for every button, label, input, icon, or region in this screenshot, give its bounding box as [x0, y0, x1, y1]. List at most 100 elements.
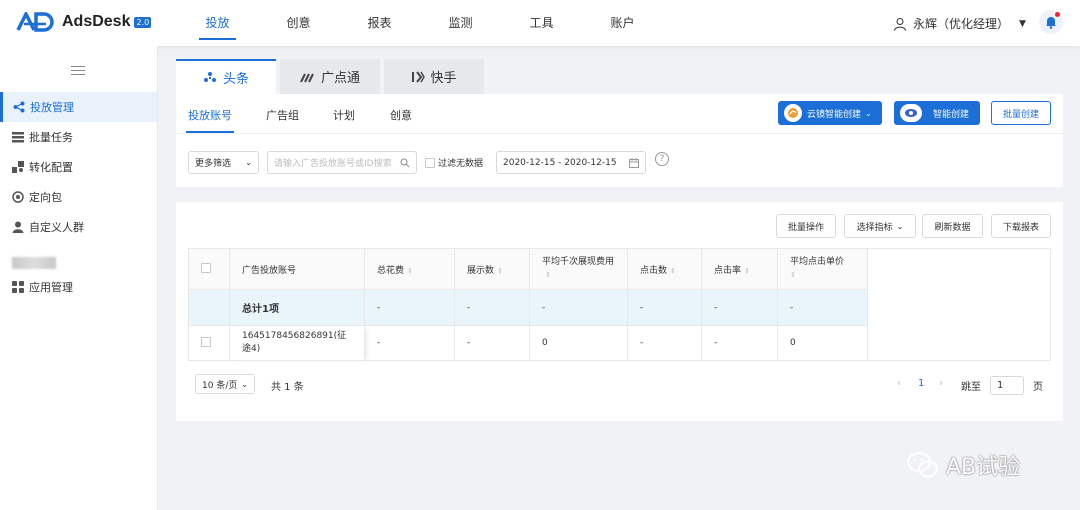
page-number-current[interactable]: 1	[918, 378, 924, 389]
user-menu[interactable]: 永辉（优化经理） ▼	[893, 15, 1026, 32]
select-all-checkbox[interactable]	[201, 262, 211, 273]
table-cell: 0	[777, 325, 868, 361]
account-name-cell[interactable]: 1645178456826891(征途4)	[229, 325, 365, 361]
search-input[interactable]: 请输入广告投放账号或ID搜索	[267, 151, 417, 174]
sort-icon: ⇕	[744, 266, 750, 275]
sidebar-item-label: 定向包	[29, 191, 62, 204]
adsdesk-logo-icon	[16, 12, 54, 32]
app-name: AdsDesk	[62, 13, 131, 30]
watermark-text: AB试验	[946, 455, 1021, 480]
total-label: 总计1项	[229, 289, 365, 326]
platform-tabs: 头条 广点通 快手	[176, 59, 488, 94]
table-cell: -	[454, 289, 530, 326]
sidebar: 投放管理 批量任务 转化配置 定向包 自定义人群 应用管理	[0, 46, 158, 510]
table-row[interactable]: 1645178456826891(征途4) - - 0 - - 0	[188, 325, 1051, 361]
menu-toggle-icon[interactable]	[71, 66, 85, 78]
sidebar-item-conversion-config[interactable]: 转化配置	[0, 152, 157, 182]
table-cell: -	[627, 325, 702, 361]
chevron-down-icon: ▼	[1019, 18, 1026, 29]
table-cell: -	[364, 289, 455, 326]
user-name: 永辉（优化经理）	[913, 17, 1010, 31]
filter-no-data-checkbox[interactable]: 过滤无数据	[425, 156, 483, 169]
subtab-plan[interactable]: 计划	[333, 107, 355, 123]
nav-item-delivery[interactable]: 投放	[177, 0, 258, 46]
sidebar-item-delivery-manage[interactable]: 投放管理	[0, 92, 157, 122]
accounts-table: 广告投放账号 总花费 ⇕ 展示数 ⇕ 平均千次展现费用⇕ 点击数 ⇕ 点击率 ⇕ 平均点…	[188, 248, 1051, 361]
convert-icon	[12, 161, 24, 173]
app-version-badge: 2.0	[134, 16, 152, 28]
pagination: 10 条/页 ⌄ 共 1 条 ‹ 1 › 跳至 1 页	[176, 373, 1063, 397]
checkbox[interactable]	[425, 157, 435, 168]
level-tabs: 投放账号 广告组 计划 创意 云镜智能创建 ⌄ 智能创建 批量创建	[176, 94, 1063, 134]
help-icon[interactable]: ?	[655, 152, 669, 166]
download-report-button[interactable]: 下载报表	[991, 214, 1051, 238]
sidebar-item-app-manage[interactable]: 应用管理	[0, 272, 157, 302]
nav-item-tools[interactable]: 工具	[501, 0, 582, 46]
sidebar-item-label: 自定义人群	[29, 221, 84, 234]
watermark: AB试验	[906, 449, 1020, 481]
tab-toutiao[interactable]: 头条	[176, 59, 276, 94]
subtab-creative[interactable]: 创意	[390, 107, 412, 123]
batch-operations-button[interactable]: 批量操作	[776, 214, 836, 238]
notification-button[interactable]	[1039, 10, 1063, 34]
search-icon[interactable]	[400, 158, 410, 168]
tab-label: 快手	[430, 71, 457, 86]
select-all-cell	[188, 248, 230, 290]
column-header-sortable[interactable]: 平均点击单价 ⇕	[777, 248, 868, 290]
refresh-data-button[interactable]: 刷新数据	[922, 214, 983, 238]
row-checkbox[interactable]	[201, 336, 211, 347]
wechat-icon	[907, 452, 938, 478]
smart-create-button[interactable]: 智能创建	[894, 101, 980, 125]
sidebar-item-batch-tasks[interactable]: 批量任务	[0, 122, 157, 152]
subtab-ad-group[interactable]: 广告组	[266, 107, 299, 123]
nav-item-report[interactable]: 报表	[339, 0, 420, 46]
kuaishou-icon	[412, 70, 426, 83]
yunjing-logo-icon	[784, 104, 802, 122]
dropdown-label: 更多筛选	[195, 159, 232, 169]
yunjing-smart-create-button[interactable]: 云镜智能创建 ⌄	[778, 101, 882, 125]
column-header-sortable[interactable]: 平均千次展现费用 ⇕	[529, 248, 628, 290]
data-panel: 批量操作 选择指标 ⌄ 刷新数据 下载报表 广告投放账号 总花费 ⇕ 展示数 ⇕ 平…	[176, 202, 1063, 421]
column-header-sortable[interactable]: 点击率 ⇕	[701, 248, 778, 290]
tab-guangdiantong[interactable]: 广点通	[280, 59, 380, 94]
tab-kuaishou[interactable]: 快手	[384, 59, 484, 94]
column-header-sortable[interactable]: 总花费 ⇕	[364, 248, 455, 290]
nav-item-account[interactable]: 账户	[582, 0, 663, 46]
prev-page-icon[interactable]: ‹	[897, 378, 901, 389]
page-unit-label: 页	[1033, 382, 1043, 393]
person-icon	[12, 221, 24, 233]
column-header-label: 点击率	[714, 265, 742, 276]
checkbox-label: 过滤无数据	[438, 159, 484, 169]
choose-metrics-button[interactable]: 选择指标 ⌄	[844, 214, 916, 238]
page-size-select[interactable]: 10 条/页 ⌄	[195, 374, 255, 394]
sort-icon: ⇕	[545, 271, 551, 279]
user-icon	[894, 17, 906, 31]
batch-create-button[interactable]: 批量创建	[991, 101, 1051, 125]
column-header-label: 展示数	[467, 265, 495, 276]
app-logo[interactable]: AdsDesk 2.0	[16, 12, 152, 32]
column-header-sortable[interactable]: 展示数 ⇕	[454, 248, 530, 290]
button-label: 云镜智能创建	[807, 109, 862, 120]
tab-label: 头条	[222, 72, 249, 87]
goto-page-input[interactable]: 1	[990, 376, 1024, 395]
top-bar: AdsDesk 2.0 投放 创意 报表 监测 工具 账户 永辉（优化经理） ▼	[0, 0, 1080, 46]
goto-label: 跳至	[961, 382, 981, 393]
nav-item-creative[interactable]: 创意	[258, 0, 339, 46]
column-header-sortable[interactable]: 点击数 ⇕	[627, 248, 702, 290]
table-cell: -	[364, 325, 455, 361]
total-count: 共 1 条	[271, 382, 304, 393]
column-header-label: 总花费	[377, 265, 405, 276]
table-filler	[867, 248, 1051, 290]
table-cell	[188, 289, 230, 326]
nav-item-monitor[interactable]: 监测	[420, 0, 501, 46]
date-range-picker[interactable]: 2020-12-15 - 2020-12-15	[496, 151, 646, 174]
table-cell: -	[777, 289, 868, 326]
column-header-label: 平均点击单价	[790, 257, 845, 267]
more-filters-dropdown[interactable]: 更多筛选 ⌄	[188, 151, 259, 174]
sidebar-item-targeting-pack[interactable]: 定向包	[0, 182, 157, 212]
table-header-row: 广告投放账号 总花费 ⇕ 展示数 ⇕ 平均千次展现费用⇕ 点击数 ⇕ 点击率 ⇕ 平均点…	[188, 248, 1051, 290]
sidebar-item-custom-audience[interactable]: 自定义人群	[0, 212, 157, 242]
chevron-down-icon: ⌄	[865, 108, 872, 118]
subtab-account[interactable]: 投放账号	[186, 107, 234, 133]
next-page-icon[interactable]: ›	[939, 378, 943, 389]
